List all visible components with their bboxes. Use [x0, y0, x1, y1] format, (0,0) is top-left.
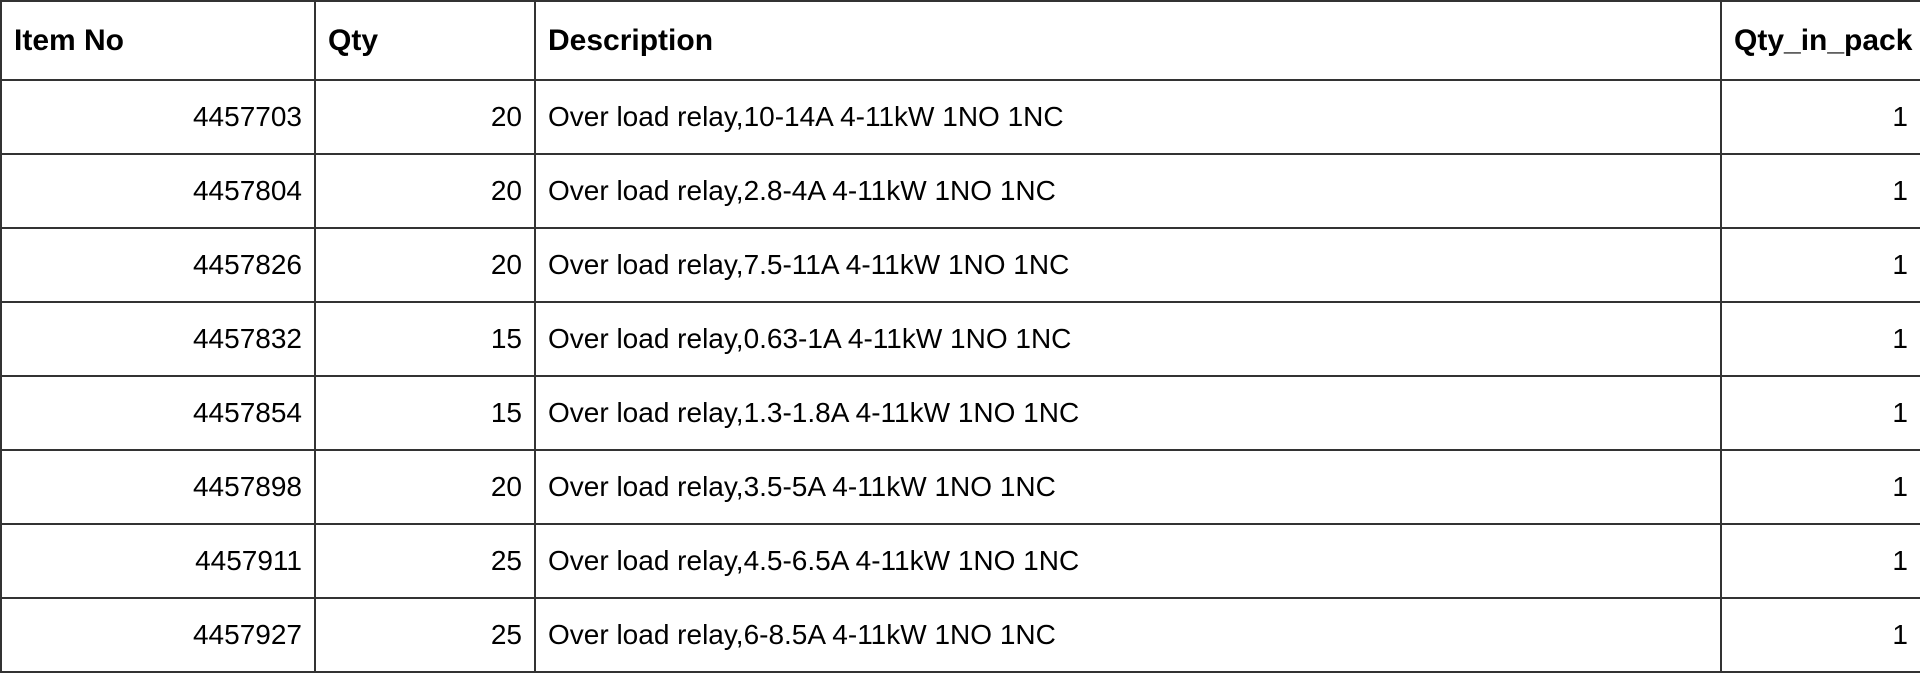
cell-item-no: 4457898 [1, 450, 315, 524]
cell-description: Over load relay,1.3-1.8A 4-11kW 1NO 1NC [535, 376, 1721, 450]
cell-qty-in-pack: 1 [1721, 228, 1920, 302]
cell-qty-in-pack: 1 [1721, 302, 1920, 376]
cell-item-no: 4457826 [1, 228, 315, 302]
header-description: Description [535, 1, 1721, 80]
header-item-no: Item No [1, 1, 315, 80]
cell-description: Over load relay,4.5-6.5A 4-11kW 1NO 1NC [535, 524, 1721, 598]
table-row: 445791125Over load relay,4.5-6.5A 4-11kW… [1, 524, 1920, 598]
cell-item-no: 4457804 [1, 154, 315, 228]
table-row: 445780420Over load relay,2.8-4A 4-11kW 1… [1, 154, 1920, 228]
cell-description: Over load relay,6-8.5A 4-11kW 1NO 1NC [535, 598, 1721, 672]
table-container: Item No Qty Description Qty_in_pack 4457… [0, 0, 1920, 666]
cell-qty-in-pack: 1 [1721, 376, 1920, 450]
cell-qty: 15 [315, 376, 535, 450]
header-row: Item No Qty Description Qty_in_pack [1, 1, 1920, 80]
cell-item-no: 4457854 [1, 376, 315, 450]
cell-description: Over load relay,2.8-4A 4-11kW 1NO 1NC [535, 154, 1721, 228]
table-row: 445782620Over load relay,7.5-11A 4-11kW … [1, 228, 1920, 302]
cell-qty: 20 [315, 154, 535, 228]
table-row: 445770320Over load relay,10-14A 4-11kW 1… [1, 80, 1920, 154]
cell-qty-in-pack: 1 [1721, 450, 1920, 524]
cell-item-no: 4457927 [1, 598, 315, 672]
cell-qty: 15 [315, 302, 535, 376]
header-qty: Qty [315, 1, 535, 80]
header-qty-in-pack: Qty_in_pack [1721, 1, 1920, 80]
cell-qty: 25 [315, 524, 535, 598]
data-table: Item No Qty Description Qty_in_pack 4457… [0, 0, 1920, 673]
cell-item-no: 4457911 [1, 524, 315, 598]
table-row: 445785415Over load relay,1.3-1.8A 4-11kW… [1, 376, 1920, 450]
cell-qty: 25 [315, 598, 535, 672]
cell-qty-in-pack: 1 [1721, 80, 1920, 154]
cell-qty-in-pack: 1 [1721, 598, 1920, 672]
cell-description: Over load relay,3.5-5A 4-11kW 1NO 1NC [535, 450, 1721, 524]
cell-qty: 20 [315, 80, 535, 154]
cell-qty: 20 [315, 450, 535, 524]
table-row: 445783215Over load relay,0.63-1A 4-11kW … [1, 302, 1920, 376]
table-row: 445792725Over load relay,6-8.5A 4-11kW 1… [1, 598, 1920, 672]
cell-item-no: 4457703 [1, 80, 315, 154]
cell-description: Over load relay,7.5-11A 4-11kW 1NO 1NC [535, 228, 1721, 302]
cell-qty-in-pack: 1 [1721, 154, 1920, 228]
cell-item-no: 4457832 [1, 302, 315, 376]
cell-qty-in-pack: 1 [1721, 524, 1920, 598]
cell-qty: 20 [315, 228, 535, 302]
cell-description: Over load relay,10-14A 4-11kW 1NO 1NC [535, 80, 1721, 154]
table-row: 445789820Over load relay,3.5-5A 4-11kW 1… [1, 450, 1920, 524]
cell-description: Over load relay,0.63-1A 4-11kW 1NO 1NC [535, 302, 1721, 376]
